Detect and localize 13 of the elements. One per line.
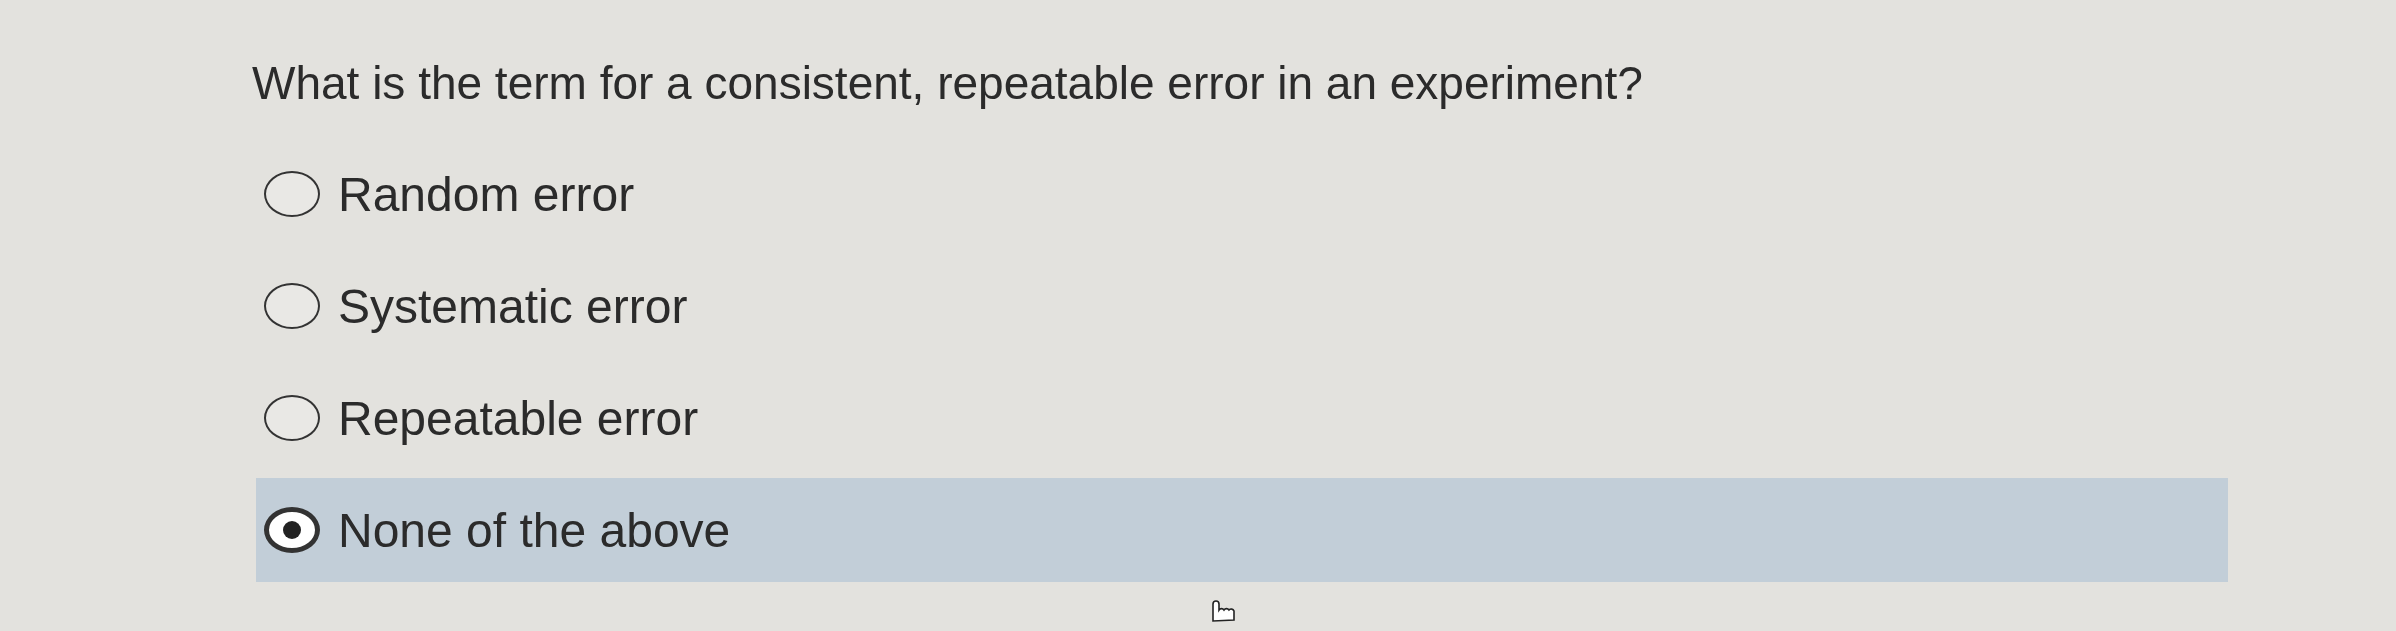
radio-button[interactable] [264, 283, 320, 329]
radio-button[interactable] [264, 507, 320, 553]
option-label: Random error [338, 166, 635, 222]
answer-option[interactable]: Random error [256, 142, 2228, 246]
option-label: Repeatable error [338, 390, 699, 446]
answer-option[interactable]: Systematic error [256, 254, 2228, 358]
option-label: None of the above [338, 502, 731, 558]
answer-option[interactable]: Repeatable error [256, 366, 2228, 470]
question-text: What is the term for a consistent, repeatable error in an experiment? [252, 56, 1644, 111]
option-label: Systematic error [338, 278, 688, 334]
radio-button[interactable] [264, 171, 320, 217]
answer-option[interactable]: None of the above [256, 478, 2228, 582]
radio-button[interactable] [264, 395, 320, 441]
